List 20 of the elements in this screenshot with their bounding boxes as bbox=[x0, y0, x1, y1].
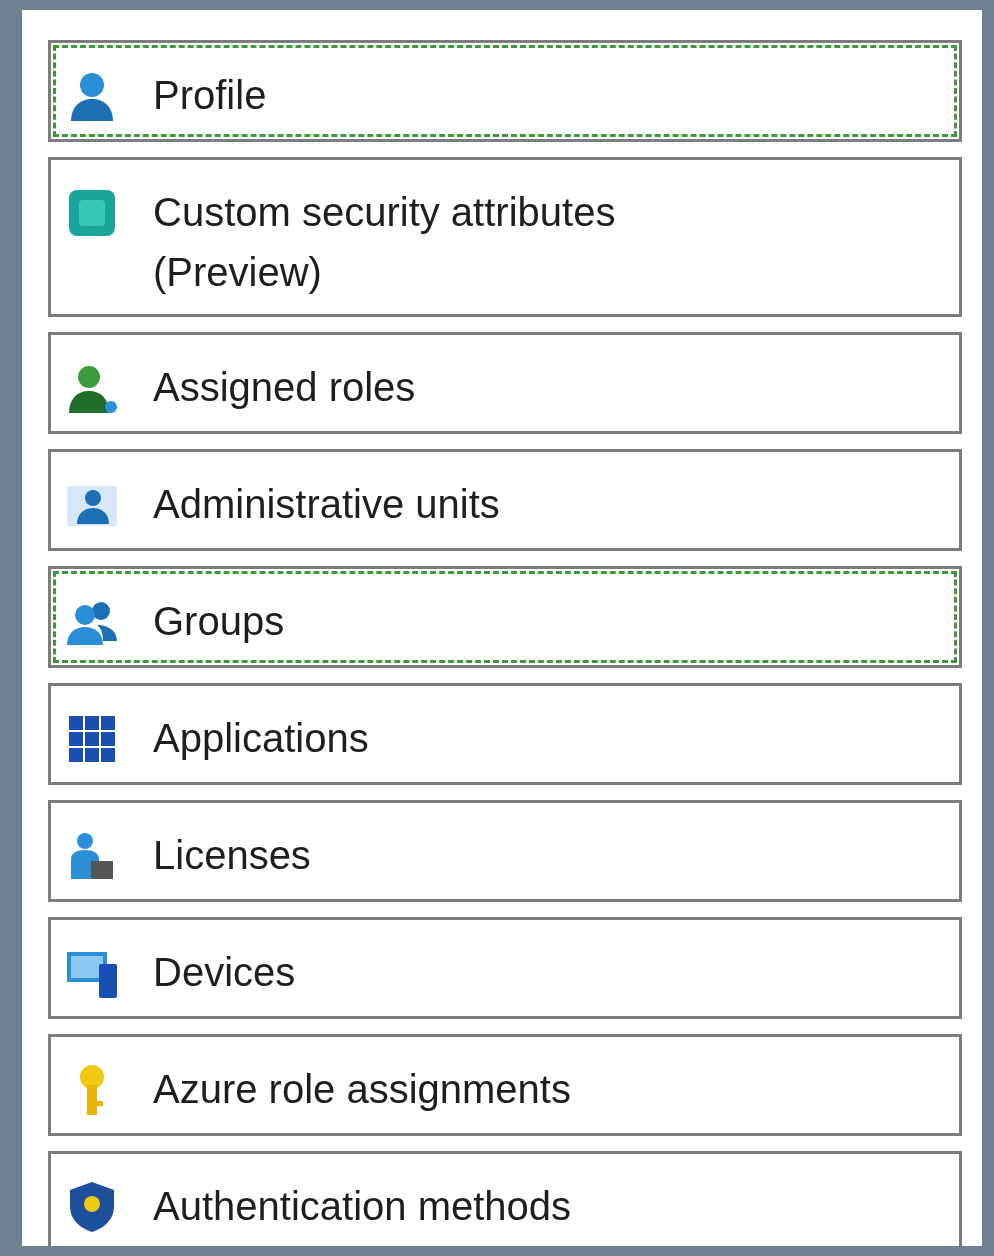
menu-item-label: Assigned roles bbox=[153, 364, 416, 411]
menu-item-label: Groups bbox=[153, 598, 285, 645]
menu-item-label: Licenses bbox=[153, 832, 311, 879]
menu-item-label: Applications bbox=[153, 715, 369, 762]
menu-item[interactable]: Assigned roles bbox=[48, 332, 962, 434]
menu-item[interactable]: Licenses bbox=[48, 800, 962, 902]
menu-item[interactable]: Groups bbox=[48, 566, 962, 668]
menu-item[interactable]: Administrative units bbox=[48, 449, 962, 551]
menu-item[interactable]: Azure role assignments bbox=[48, 1034, 962, 1136]
menu-item-label: Authentication methods bbox=[153, 1183, 572, 1230]
menu-item[interactable]: Applications bbox=[48, 683, 962, 785]
menu-item-label: Profile bbox=[153, 72, 267, 119]
menu-item[interactable]: Authentication methods bbox=[48, 1151, 962, 1246]
menu-item-label: Custom security attributes (Preview) bbox=[153, 189, 617, 296]
menu-item-label: Azure role assignments bbox=[153, 1066, 571, 1113]
menu-item[interactable]: Profile bbox=[48, 40, 962, 142]
menu-item-label: Administrative units bbox=[153, 481, 500, 528]
menu-item[interactable]: Devices bbox=[48, 917, 962, 1019]
menu-item[interactable]: Custom security attributes (Preview) bbox=[48, 157, 962, 317]
menu-item-label: Devices bbox=[153, 949, 296, 996]
